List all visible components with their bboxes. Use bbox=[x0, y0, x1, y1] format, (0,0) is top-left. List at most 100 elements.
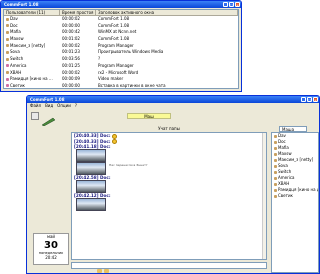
user-icon bbox=[274, 146, 277, 150]
user-name-cell: Doc bbox=[4, 23, 60, 30]
user-icon bbox=[274, 164, 277, 168]
table-row[interactable]: Doc 00:00:00 CommFort 1.08 bbox=[4, 23, 238, 30]
win2-titlebar[interactable]: CommFort 1.08 _ □ × bbox=[27, 96, 319, 103]
book-icon[interactable] bbox=[31, 112, 39, 120]
win2-title: CommFort 1.08 bbox=[30, 97, 65, 102]
menu-help[interactable]: ? bbox=[75, 103, 77, 109]
active-window-cell: rx2 - Microsoft Word bbox=[98, 69, 139, 75]
user-icon bbox=[274, 134, 277, 138]
user-icon bbox=[274, 188, 277, 192]
table-row[interactable]: Sova 00:01:23 Проигрыватель Windows Media bbox=[4, 49, 238, 56]
win1-title: CommFort 1.08 bbox=[4, 2, 39, 7]
close-button[interactable]: × bbox=[235, 2, 240, 7]
user-list[interactable]: Dav Doc Mafia Maxsw Максим_з [netty] Sova Swit… bbox=[271, 132, 319, 273]
user-icon bbox=[6, 37, 9, 41]
calendar-day: 30 bbox=[44, 240, 58, 251]
table-row[interactable]: Switch 00:03:56? bbox=[4, 56, 238, 63]
chat-log[interactable]: [20:40.33] Doc: [20:40.33] Doc: [20:41.18]… bbox=[71, 132, 267, 260]
user-name-cell: Mafia bbox=[4, 29, 60, 36]
active-window-cell: Video maker bbox=[98, 76, 124, 82]
user-icon bbox=[6, 57, 9, 61]
chat-image[interactable] bbox=[76, 198, 106, 211]
user-name-cell: Maxsw bbox=[4, 36, 60, 43]
maximize-button[interactable]: □ bbox=[307, 97, 312, 102]
user-icon bbox=[6, 71, 9, 74]
idle-time-cell: 00:00:09 bbox=[62, 76, 80, 82]
user-icon bbox=[6, 77, 9, 81]
maximize-button[interactable]: □ bbox=[229, 2, 234, 7]
user-name-cell: America bbox=[4, 63, 60, 70]
idle-time-cell: 00:00:02 bbox=[62, 69, 80, 75]
user-icon bbox=[6, 24, 9, 28]
message-input[interactable] bbox=[71, 262, 267, 269]
idle-time-cell: 00:00:02 bbox=[62, 42, 80, 48]
user-name-cell: Dav bbox=[4, 16, 60, 23]
table-row[interactable]: Рамидця [кино на ... 00:00:09 Video maker bbox=[4, 76, 238, 83]
idle-time-cell: 00:01:23 bbox=[62, 49, 80, 55]
close-button[interactable]: × bbox=[313, 97, 318, 102]
active-window-cell: Program Manager bbox=[98, 42, 134, 48]
col-users[interactable]: Пользователи (11) bbox=[4, 10, 60, 15]
active-window-cell: Вставка в картинки в окне чата bbox=[98, 82, 166, 88]
table-row[interactable]: Максим_з [netty] 00:00:02 Program Manager bbox=[4, 43, 238, 50]
col-idle[interactable]: Время простоя bbox=[60, 10, 96, 15]
active-window-cell: CommFort 1.08 bbox=[98, 36, 130, 42]
table-row[interactable]: Светик 00:00:00 Вставка в картинки в окне … bbox=[4, 82, 238, 88]
idle-time-cell: 00:03:56 bbox=[62, 56, 80, 62]
user-icon bbox=[274, 170, 277, 174]
menu-options[interactable]: Опции bbox=[57, 103, 71, 109]
user-status-list[interactable]: Пользователи (11) Время простоя Заголово… bbox=[3, 9, 239, 89]
nick-tag[interactable]: Маш bbox=[127, 113, 171, 119]
user-icon bbox=[274, 182, 277, 186]
user-name-cell: Максим_з [netty] bbox=[4, 43, 60, 50]
table-row[interactable]: Mafia 00:00:42 WinMX at Ncnn.net bbox=[4, 29, 238, 36]
col-window[interactable]: Заголовок активного окна bbox=[96, 10, 238, 15]
calendar-widget: май 30 понедельник 20:42 bbox=[33, 233, 69, 265]
user-icon bbox=[274, 194, 277, 198]
chat-scrollbar[interactable] bbox=[262, 133, 266, 259]
user-icon bbox=[6, 44, 9, 48]
table-row[interactable]: Maxsw 00:01:02 CommFort 1.08 bbox=[4, 36, 238, 43]
user-icon bbox=[274, 158, 277, 162]
menu-view[interactable]: Вид bbox=[45, 103, 53, 109]
active-window-cell: Проигрыватель Windows Media bbox=[98, 49, 164, 55]
table-row[interactable]: America 00:01:25 Program Manager bbox=[4, 63, 238, 70]
smiley-icon bbox=[111, 139, 117, 144]
minimize-button[interactable]: _ bbox=[223, 2, 228, 7]
smiley-icon bbox=[111, 133, 117, 139]
user-name-cell: XBAH bbox=[4, 70, 60, 77]
smiley-icon[interactable] bbox=[104, 269, 109, 273]
active-window-cell: WinMX at Ncnn.net bbox=[98, 29, 137, 35]
win1-titlebar[interactable]: CommFort 1.08 _ □ × bbox=[1, 1, 241, 8]
user-icon bbox=[274, 176, 277, 180]
user-name-cell: Switch bbox=[4, 56, 60, 63]
table-row[interactable]: Dav 00:00:02 CommFort 1.08 bbox=[4, 16, 238, 23]
user-icon bbox=[274, 140, 277, 144]
input-icons bbox=[97, 269, 109, 273]
idle-time-cell: 00:01:02 bbox=[62, 36, 80, 42]
user-name-cell: Sova bbox=[4, 49, 60, 56]
user-icon bbox=[6, 64, 9, 68]
user-icon bbox=[6, 30, 9, 34]
active-window-cell: Program Manager bbox=[98, 62, 134, 68]
chat-image[interactable] bbox=[76, 180, 106, 193]
idle-time-cell: 00:01:25 bbox=[62, 62, 80, 68]
minimize-button[interactable]: _ bbox=[301, 97, 306, 102]
user-status-window: CommFort 1.08 _ □ × Пользователи (11) Вр… bbox=[0, 0, 242, 92]
user-icon bbox=[6, 84, 9, 88]
list-item[interactable]: Светик bbox=[272, 193, 318, 199]
idle-time-cell: 00:00:00 bbox=[62, 82, 80, 88]
folder-icon[interactable] bbox=[97, 269, 102, 273]
menu-file[interactable]: Файл bbox=[30, 103, 41, 109]
user-name-cell: Светик bbox=[4, 83, 60, 88]
chat-image[interactable] bbox=[76, 149, 106, 162]
active-window-cell: CommFort 1.08 bbox=[98, 16, 130, 21]
user-icon bbox=[274, 152, 277, 156]
image-caption: Нас перенесли в Эннетт bbox=[109, 163, 148, 167]
active-window-cell: CommFort 1.08 bbox=[98, 22, 130, 28]
menu-bar: Файл Вид Опции ? bbox=[27, 103, 319, 109]
table-row[interactable]: XBAH 00:00:02 rx2 - Microsoft Word bbox=[4, 70, 238, 77]
calendar-time: 20:42 bbox=[45, 255, 57, 260]
chat-image[interactable]: Нас перенесли в Эннетт bbox=[76, 162, 148, 175]
idle-time-cell: 00:00:02 bbox=[62, 16, 80, 21]
